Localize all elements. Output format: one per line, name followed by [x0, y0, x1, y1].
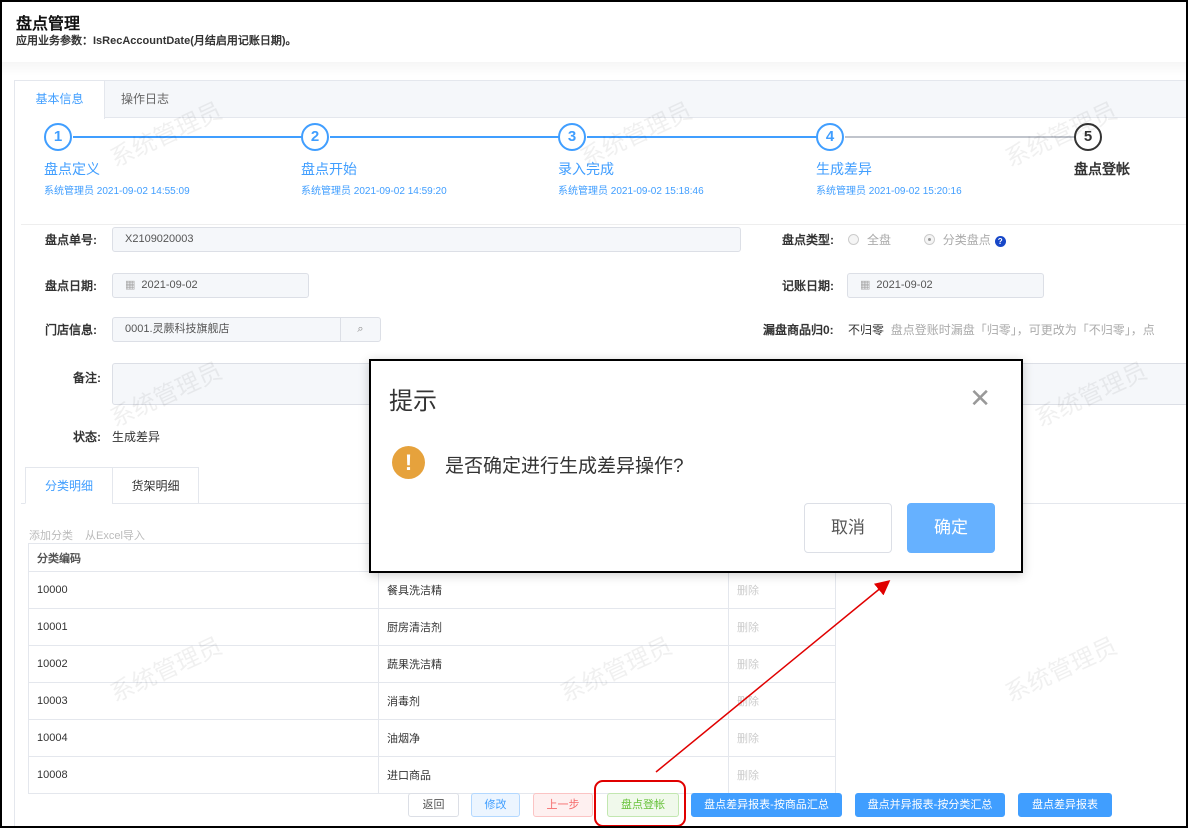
page-subtitle: 应用业务参数：IsRecAccountDate(月结启用记账日期)。: [16, 35, 297, 47]
table-row: 10004 油烟净 删除: [28, 719, 836, 757]
table-row: 10001 厨房清洁剂 删除: [28, 608, 836, 646]
header-divider: [0, 62, 1188, 76]
delete-link[interactable]: 删除: [728, 719, 836, 757]
search-icon[interactable]: ⌕: [340, 318, 380, 341]
delete-link[interactable]: 删除: [728, 608, 836, 646]
step-line: [845, 136, 1075, 138]
cell-name: 消毒剂: [378, 682, 729, 720]
cell-name: 餐具洗洁精: [378, 571, 729, 609]
tab-operation-log[interactable]: 操作日志: [105, 81, 185, 118]
step-4-circle: 4: [816, 123, 844, 151]
step-1-label: 盘点定义: [44, 161, 100, 177]
import-excel-link[interactable]: 从Excel导入: [85, 530, 145, 542]
cell-code: 10001: [28, 608, 379, 646]
back-button[interactable]: 返回: [408, 793, 459, 817]
col-code: 分类编码: [28, 543, 379, 572]
post-inventory-button[interactable]: 盘点登帐: [607, 793, 679, 817]
diff-report-by-goods-button[interactable]: 盘点差异报表-按商品汇总: [691, 793, 842, 817]
step-line: [587, 136, 817, 138]
warning-icon: !: [392, 446, 425, 479]
tab-shelf-detail[interactable]: 货架明细: [112, 467, 199, 504]
type-label: 盘点类型:: [782, 233, 834, 247]
table-actions: 添加分类 从Excel导入: [29, 527, 157, 543]
diff-report-button[interactable]: 盘点差异报表: [1018, 793, 1112, 817]
store-field[interactable]: 0001.灵蕨科技旗舰店 ⌕: [112, 317, 381, 342]
category-table: 分类编码 10000 餐具洗洁精 删除 10001 厨房清洁剂 删除 10002 蔬果洗洁精删…: [28, 543, 836, 794]
page-title: 盘点管理: [16, 16, 81, 33]
table-row: 10003 消毒剂 删除: [28, 682, 836, 720]
radio-category-label: 分类盘点: [942, 233, 991, 247]
acct-date-label: 记账日期:: [782, 279, 834, 293]
table-row: 10000 餐具洗洁精 删除: [28, 571, 836, 609]
cell-name: 厨房清洁剂: [378, 608, 729, 646]
acct-date-field[interactable]: ▦ 2021-09-02: [847, 273, 1044, 298]
tab-category-detail[interactable]: 分类明细: [25, 467, 113, 504]
cell-name: 油烟净: [378, 719, 729, 757]
step-3-label: 录入完成: [558, 161, 614, 177]
step-3-meta: 系统管理员 2021-09-02 15:18:46: [558, 186, 704, 197]
edit-button[interactable]: 修改: [471, 793, 520, 817]
zero-value[interactable]: 不归零: [848, 323, 884, 337]
dialog-message: 是否确定进行生成差异操作?: [445, 456, 684, 477]
order-no-label: 盘点单号:: [45, 233, 97, 247]
table-row: 10002 蔬果洗洁精 删除: [28, 645, 836, 683]
date-label: 盘点日期:: [45, 279, 97, 293]
close-icon[interactable]: ✕: [969, 385, 991, 411]
radio-full-label: 全盘: [867, 233, 892, 247]
step-line: [73, 136, 303, 138]
zero-setting: 不归零 盘点登账时漏盘「归零」，可更改为「不归零」，点: [848, 321, 1155, 338]
acct-date-value: 2021-09-02: [876, 279, 933, 291]
confirm-dialog: 提示 ✕ ! 是否确定进行生成差异操作? 取消 确定: [369, 359, 1023, 573]
remark-label: 备注:: [73, 371, 101, 385]
delete-link[interactable]: 删除: [728, 571, 836, 609]
step-4-meta: 系统管理员 2021-09-02 15:20:16: [816, 186, 962, 197]
order-no-field[interactable]: X2109020003: [112, 227, 741, 252]
confirm-button[interactable]: 确定: [907, 503, 995, 553]
calendar-icon: ▦: [860, 279, 871, 291]
action-bar: 返回 修改 上一步 盘点登帐 盘点差异报表-按商品汇总 盘点并异报表-按分类汇总…: [0, 784, 1188, 828]
type-radio-group: 全盘 分类盘点?: [848, 231, 1006, 248]
date-field[interactable]: ▦ 2021-09-02: [112, 273, 309, 298]
step-2-meta: 系统管理员 2021-09-02 14:59:20: [301, 186, 447, 197]
cell-name: 蔬果洗洁精: [378, 645, 729, 683]
dialog-title: 提示: [389, 388, 437, 415]
diff-report-by-category-button[interactable]: 盘点并异报表-按分类汇总: [855, 793, 1005, 817]
tab-basic-info[interactable]: 基本信息: [15, 81, 105, 119]
zero-label: 漏盘商品归0:: [763, 323, 834, 337]
status-value: 生成差异: [112, 430, 161, 444]
help-icon[interactable]: ?: [994, 236, 1006, 247]
cell-code: 10003: [28, 682, 379, 720]
step-5-label: 盘点登帐: [1074, 161, 1130, 177]
radio-category[interactable]: [923, 234, 935, 245]
cancel-button[interactable]: 取消: [804, 503, 892, 553]
cell-code: 10002: [28, 645, 379, 683]
step-2-label: 盘点开始: [301, 161, 357, 177]
store-value: 0001.灵蕨科技旗舰店: [125, 323, 230, 335]
status-label: 状态:: [73, 430, 101, 444]
step-1-circle: 1: [44, 123, 72, 151]
add-category-link[interactable]: 添加分类: [29, 530, 73, 542]
calendar-icon: ▦: [125, 279, 136, 291]
zero-hint: 盘点登账时漏盘「归零」，可更改为「不归零」，点: [890, 323, 1155, 337]
delete-link[interactable]: 删除: [728, 682, 836, 720]
store-label: 门店信息:: [45, 323, 97, 337]
radio-full[interactable]: [848, 234, 859, 245]
step-3-circle: 3: [558, 123, 586, 151]
form-divider: [21, 224, 1188, 225]
step-4-label: 生成差异: [816, 161, 872, 177]
prev-step-button[interactable]: 上一步: [533, 793, 593, 817]
date-value: 2021-09-02: [141, 279, 198, 291]
page-header: 盘点管理 应用业务参数：IsRecAccountDate(月结启用记账日期)。: [0, 0, 1188, 62]
main-tabs: 基本信息 操作日志: [15, 81, 1188, 119]
delete-link[interactable]: 删除: [728, 645, 836, 683]
step-5-circle: 5: [1074, 123, 1102, 151]
step-2-circle: 2: [301, 123, 329, 151]
cell-code: 10004: [28, 719, 379, 757]
step-line: [330, 136, 560, 138]
cell-code: 10000: [28, 571, 379, 609]
step-1-meta: 系统管理员 2021-09-02 14:55:09: [44, 186, 190, 197]
